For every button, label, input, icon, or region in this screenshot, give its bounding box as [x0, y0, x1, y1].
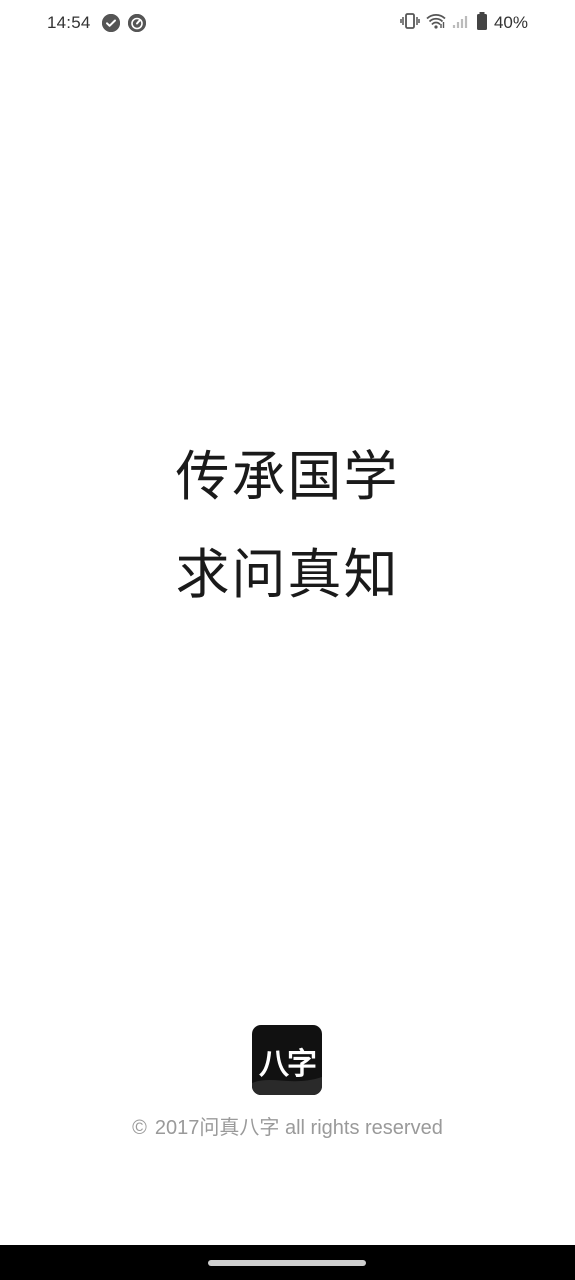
system-nav-bar — [0, 1245, 575, 1280]
system-status-icons: 40% — [400, 11, 528, 35]
battery-icon — [476, 11, 488, 35]
signal-icon — [452, 13, 470, 34]
speedometer-icon — [128, 14, 146, 32]
copyright-text: 2017问真八字 all rights reserved — [154, 1117, 443, 1139]
check-circle-icon — [102, 14, 120, 32]
vibrate-icon — [400, 12, 420, 34]
wifi-icon — [426, 13, 446, 34]
app-logo: 八字 — [252, 1025, 322, 1095]
status-time: 14:54 — [47, 13, 91, 32]
slogan-line-1: 传承国学 — [175, 445, 400, 508]
home-gesture-handle[interactable] — [208, 1260, 366, 1266]
status-bar: 14:54 40% — [0, 0, 575, 48]
copyright-notice: © 2017问真八字 all rights reserved — [0, 1111, 575, 1140]
logo-text: 八字 — [259, 1047, 317, 1082]
copyright-symbol: © — [132, 1117, 147, 1139]
battery-percent: 40% — [493, 13, 528, 32]
slogan-line-2: 求问真知 — [175, 543, 400, 606]
